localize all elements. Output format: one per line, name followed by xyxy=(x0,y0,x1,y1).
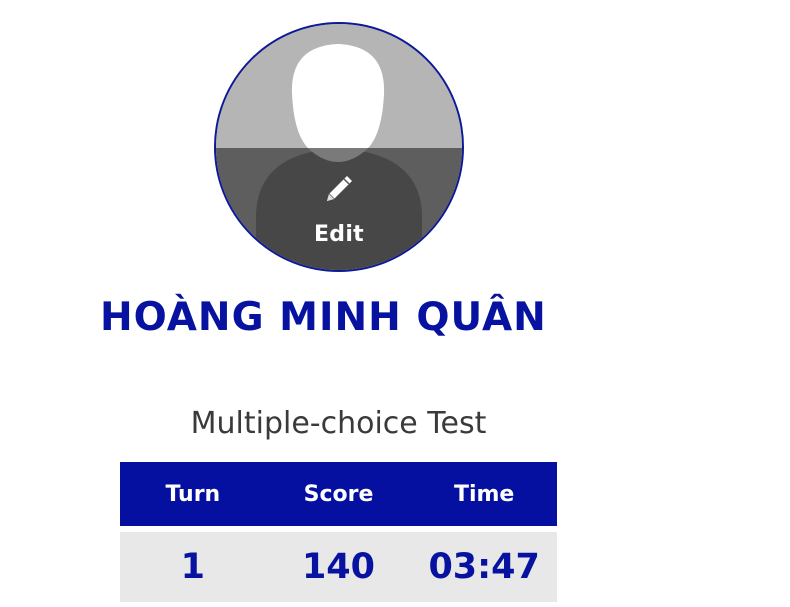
user-name: HOÀNG MINH QUÂN xyxy=(100,295,547,340)
table-row: 1 140 03:47 xyxy=(120,532,557,602)
column-header-turn: Turn xyxy=(120,462,266,526)
section-title: Multiple-choice Test xyxy=(190,406,487,441)
pencil-icon xyxy=(327,176,352,201)
edit-label: Edit xyxy=(313,222,365,247)
column-header-time: Time xyxy=(411,462,557,526)
profile-page: Edit HOÀNG MINH QUÂN Multiple-choice Tes… xyxy=(0,0,790,607)
column-header-score: Score xyxy=(265,462,412,526)
table-header-row: Turn Score Time xyxy=(120,462,557,526)
avatar-edit-overlay[interactable]: Edit xyxy=(216,148,462,270)
results-table: Turn Score Time 1 140 03:47 xyxy=(120,462,557,602)
avatar[interactable]: Edit xyxy=(214,22,464,272)
cell-turn: 1 xyxy=(120,532,266,602)
cell-score: 140 xyxy=(265,532,412,602)
cell-time: 03:47 xyxy=(411,532,557,602)
